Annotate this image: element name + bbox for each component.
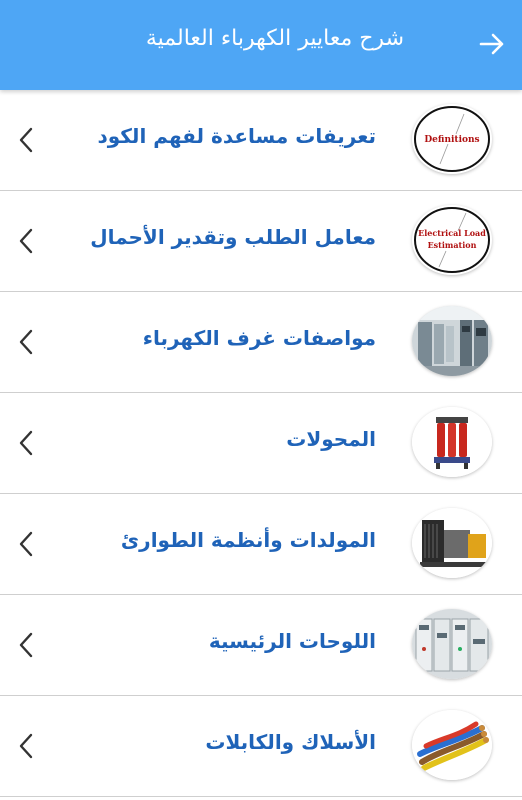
list-item-transformers[interactable]: المحولات [0,393,522,494]
list-item-label: تعريفات مساعدة لفهم الكود [97,124,377,148]
list-item-label: اللوحات الرئيسية [208,629,376,653]
load-thumb-text-1: Electrical Load [418,228,486,238]
list-item-main-panels[interactable]: اللوحات الرئيسية [0,595,522,696]
list-item-label: معامل الطلب وتقدير الأحمال [90,225,376,249]
chevron-left-icon [19,228,33,254]
switchgear-room-image [412,306,492,376]
definitions-thumbnail: Definitions [412,104,492,174]
app-bar: شرح معايير الكهرباء العالمية [0,0,522,90]
list-item-definitions[interactable]: تعريفات مساعدة لفهم الكود Definitions [0,90,522,191]
load-thumb-text-2: Estimation [428,240,477,250]
list-item-label: الأسلاك والكابلات [205,730,376,754]
list-item-electrical-rooms[interactable]: مواصفات غرف الكهرباء [0,292,522,393]
list-item-label: مواصفات غرف الكهرباء [142,326,376,350]
chevron-left-icon [19,632,33,658]
chevron-left-icon [19,329,33,355]
transformer-image [412,407,492,477]
cables-image [412,710,492,780]
chevron-left-icon [19,531,33,557]
definitions-thumb-text: Definitions [424,135,479,145]
chevron-left-icon [19,430,33,456]
chevron-left-icon [19,733,33,759]
list-item-load-estimation[interactable]: معامل الطلب وتقدير الأحمال Electrical Lo… [0,191,522,292]
list-item-cables[interactable]: الأسلاك والكابلات [0,696,522,797]
generator-image [412,508,492,578]
list-item-label: المولدات وأنظمة الطوارئ [120,528,376,552]
list-item-label: المحولات [286,427,376,451]
page-title: شرح معايير الكهرباء العالمية [145,26,404,51]
load-estimation-thumbnail: Electrical Load Estimation [412,205,492,275]
list-item-generators[interactable]: المولدات وأنظمة الطوارئ [0,494,522,595]
main-panels-image [412,609,492,679]
chevron-left-icon [19,127,33,153]
arrow-right-icon[interactable] [476,28,508,60]
topics-list: تعريفات مساعدة لفهم الكود Definitions مع… [0,90,522,800]
